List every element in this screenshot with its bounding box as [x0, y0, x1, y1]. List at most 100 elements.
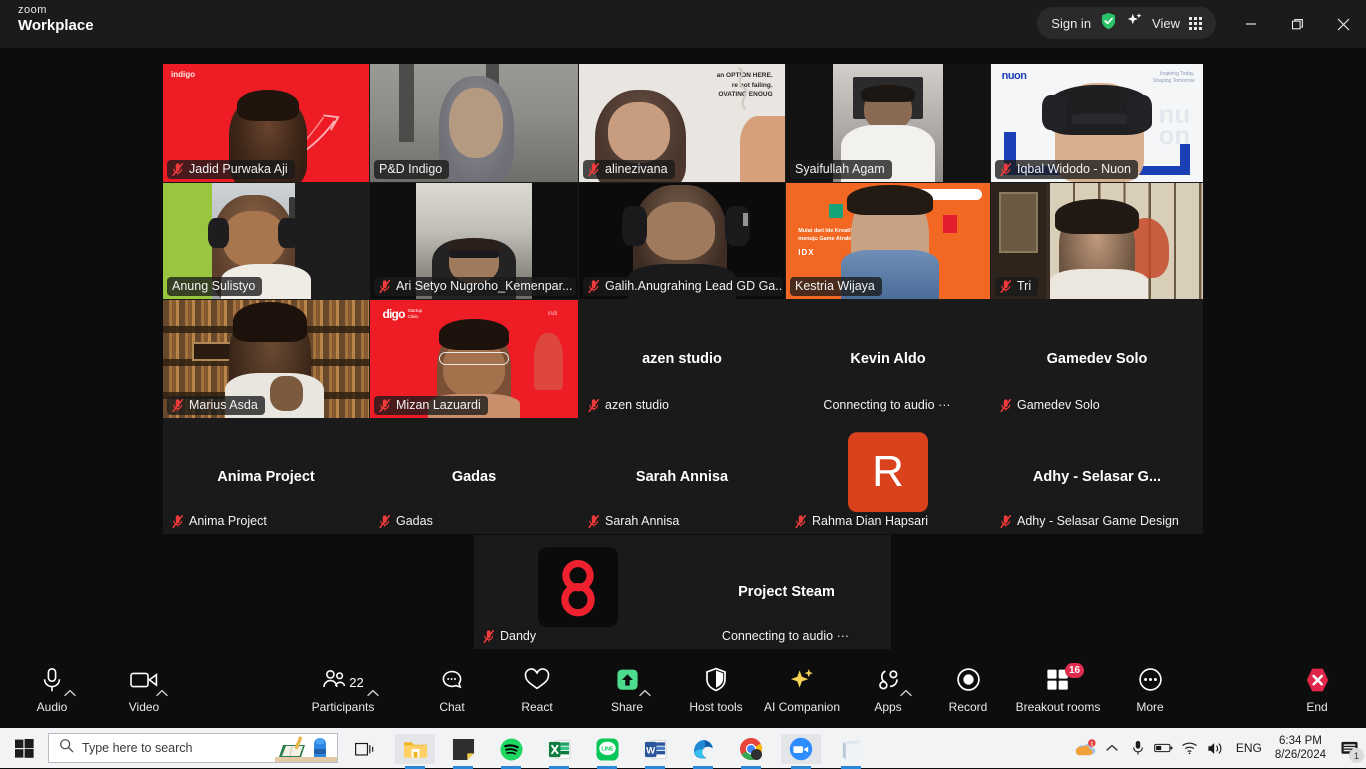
participant-name-text: Galih.Anugrahing Lead GD Ga... [605, 279, 783, 293]
taskbar-app-edge[interactable] [683, 734, 723, 769]
participant-tile[interactable]: Project Steam Connecting to audio ··· [682, 535, 891, 649]
taskbar-app-file-explorer[interactable] [395, 734, 435, 769]
participant-name-text: Gamedev Solo [1017, 398, 1100, 412]
clock[interactable]: 6:34 PM 8/26/2024 [1269, 734, 1332, 762]
brand-workplace-text: Workplace [18, 17, 94, 34]
windows-start-icon[interactable] [8, 734, 40, 762]
participant-name-text: Gadas [396, 514, 433, 528]
toolbar-caret-button[interactable] [64, 684, 78, 698]
language-indicator[interactable]: ENG [1229, 741, 1269, 755]
minimize-button[interactable] [1228, 0, 1274, 48]
toolbar-button-end[interactable]: End [1271, 666, 1363, 724]
toolbar-caret-button[interactable] [639, 684, 653, 698]
participant-tile[interactable]: an OPTION HERE. re not failing. OVATING EN… [579, 64, 785, 182]
view-grid-icon[interactable] [1189, 16, 1202, 30]
mic-off-icon [483, 629, 495, 643]
participant-tile[interactable]: Sarah Annisa Sarah Annisa [579, 419, 785, 534]
ai-sparkle-icon[interactable] [1126, 12, 1143, 34]
onedrive-alert-icon[interactable]: 1 [1073, 728, 1099, 768]
toolbar-button-chat[interactable]: Chat [406, 666, 498, 724]
taskbar-app-sticky-notes[interactable] [443, 734, 483, 769]
participant-name-text: P&D Indigo [379, 162, 443, 176]
mic-off-icon [1000, 398, 1012, 412]
participant-tile[interactable]: Marius Asda [163, 300, 369, 418]
show-hidden-icons-icon[interactable] [1099, 728, 1125, 768]
participant-name-plate: Sarah Annisa [583, 512, 687, 531]
taskbar-app-zoom[interactable] [781, 734, 821, 769]
toolbar-caret-button[interactable] [900, 684, 914, 698]
avatar-glyph-icon [561, 559, 595, 617]
toolbar-button-participants[interactable]: 22 Participants [297, 666, 389, 724]
participant-tile[interactable]: azen studio azen studio [579, 300, 785, 418]
participant-name-text: Anima Project [189, 514, 267, 528]
participant-name-text: Iqbal Widodo - Nuon [1017, 162, 1131, 176]
toolbar-button-breakout-rooms[interactable]: 16 Breakout rooms [1012, 663, 1104, 724]
participant-tile[interactable]: Anima Project Anima Project [163, 419, 369, 534]
toolbar-button-host-tools[interactable]: Host tools [670, 666, 762, 724]
participant-tile[interactable]: Ari Setyo Nugroho_Kemenpar... [370, 183, 578, 299]
breakout-rooms-badge: 16 [1065, 663, 1084, 678]
task-view-icon[interactable] [345, 734, 385, 764]
participant-name-plate: Dandy [478, 627, 544, 646]
toolbar-button-react[interactable]: React [491, 666, 583, 724]
participant-tile[interactable]: nuon Inspiring Today, Shaping Tomorrow nu… [991, 64, 1203, 182]
toolbar-caret-button[interactable] [367, 684, 381, 698]
participant-tile[interactable]: indigo Jadid Purwaka Aji [163, 64, 369, 182]
notification-center-icon[interactable]: 1 [1332, 728, 1366, 768]
participant-tile[interactable]: Anung Sulistyo [163, 183, 369, 299]
ai-sparkle-icon [789, 667, 815, 697]
participant-tile[interactable]: R Rahma Dian Hapsari [786, 419, 990, 534]
participant-tile[interactable]: digo Startup Clinic indi Mizan Lazuardi [370, 300, 578, 418]
shield-icon [705, 667, 727, 697]
toolbar-button-video[interactable]: Video [98, 666, 190, 724]
taskbar-app-excel[interactable] [539, 734, 579, 769]
close-button[interactable] [1320, 0, 1366, 48]
wifi-icon[interactable] [1177, 728, 1203, 768]
participant-tile[interactable]: Dandy [474, 535, 682, 649]
participant-name-text: Dandy [500, 629, 537, 643]
participant-tile[interactable]: Kevin Aldo Connecting to audio ··· [786, 300, 990, 418]
more-dots-icon [1138, 667, 1163, 697]
microphone-icon[interactable] [1125, 728, 1151, 768]
battery-icon[interactable] [1151, 728, 1177, 768]
apps-icon [875, 669, 901, 696]
participant-name-plate: Tri [995, 277, 1039, 296]
toolbar-button-more[interactable]: More [1104, 666, 1196, 724]
taskbar-app-line[interactable]: LINE [587, 734, 627, 769]
participant-tile[interactable]: Gamedev Solo Gamedev Solo [991, 300, 1203, 418]
toolbar-button-label: Share [610, 700, 644, 714]
shield-icon [706, 667, 726, 692]
toolbar-icon-wrap [440, 666, 464, 698]
participant-name-plate: Gadas [374, 512, 440, 531]
participant-name-text: Syaifullah Agam [795, 162, 885, 176]
participant-tile[interactable]: Syaifullah Agam [786, 64, 990, 182]
participant-tile[interactable]: Adhy - Selasar G... Adhy - Selasar Game D… [991, 419, 1203, 534]
taskbar-app-word[interactable]: W [635, 734, 675, 769]
volume-icon[interactable] [1203, 728, 1229, 768]
toolbar-button-label: Chat [439, 700, 465, 714]
participant-tile[interactable]: Galih.Anugrahing Lead GD Ga... [579, 183, 785, 299]
taskbar-app-chrome[interactable] [731, 734, 771, 769]
shield-check-icon[interactable] [1100, 12, 1117, 35]
search-input[interactable]: Type here to search [48, 733, 338, 763]
toolbar-button-share[interactable]: Share [581, 666, 673, 724]
toolbar-caret-button[interactable] [156, 684, 170, 698]
share-screen-icon [614, 668, 641, 697]
participant-tile[interactable]: Tri [991, 183, 1203, 299]
taskbar-app-notepad[interactable] [831, 734, 871, 769]
sign-in-button[interactable]: Sign in [1051, 16, 1091, 31]
camera-icon [130, 672, 158, 687]
participant-tile[interactable]: P&D Indigo [370, 64, 578, 182]
participant-avatar: R [848, 431, 928, 512]
participant-name-text: Tri [1017, 279, 1032, 293]
toolbar-button-apps[interactable]: Apps [842, 666, 934, 724]
view-button[interactable]: View [1152, 16, 1180, 31]
toolbar-button-ai-companion[interactable]: AI Companion [756, 666, 848, 724]
participant-tile[interactable]: Mulai dari Ide Kreatif menuju Game Atrakt… [786, 183, 990, 299]
participant-tile[interactable]: Gadas Gadas [370, 419, 578, 534]
toolbar-button-record[interactable]: Record [922, 666, 1014, 724]
windows-taskbar: Type here to search LINE W 1 ENG 6:34 PM… [0, 728, 1366, 769]
taskbar-app-spotify[interactable] [491, 734, 531, 769]
toolbar-button-audio[interactable]: Audio [6, 666, 98, 724]
maximize-button[interactable] [1274, 0, 1320, 48]
